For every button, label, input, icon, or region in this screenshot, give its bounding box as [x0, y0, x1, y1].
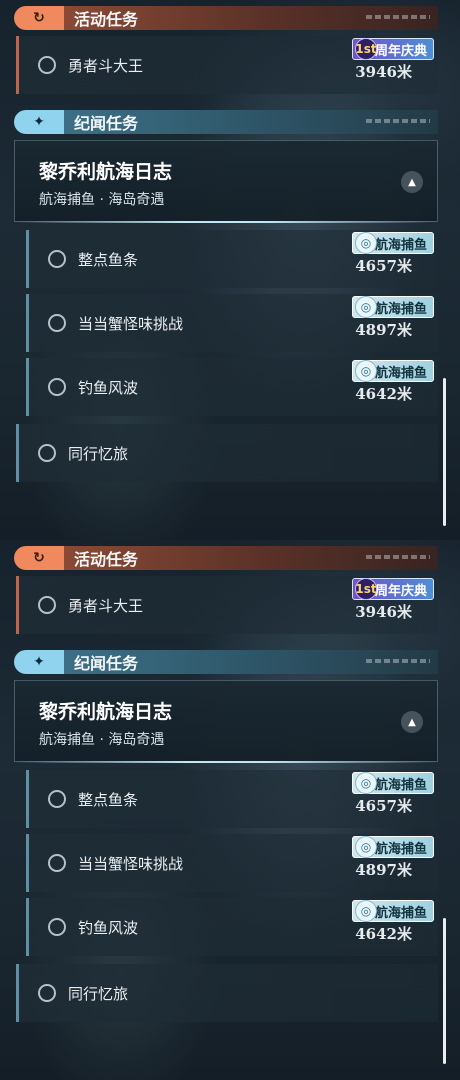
story-quest-subtitle: 航海捕鱼 · 海岛奇遇: [39, 732, 165, 748]
row-accent: [16, 36, 19, 94]
task-status-circle-icon: [38, 596, 56, 614]
task-label: 同行忆旅: [68, 984, 129, 1003]
story-quest-card[interactable]: 黎乔利航海日志 航海捕鱼 · 海岛奇遇 ▲: [14, 140, 438, 223]
story-quest-title: 黎乔利航海日志: [39, 701, 173, 723]
fishing-icon: ◎: [354, 772, 377, 794]
anniversary-badge: 1st 周年庆典: [351, 38, 434, 60]
sparkle-icon: ✦: [14, 650, 64, 674]
task-label: 钓鱼风波: [78, 378, 139, 397]
story-section-title: 纪闻任务: [74, 654, 139, 673]
header-decoration: [366, 119, 430, 123]
scrollbar[interactable]: [443, 378, 446, 526]
activity-section-title: 活动任务: [74, 550, 139, 569]
task-panel-1: ↻ 活动任务 勇者斗大王 1st 周年庆典 3946米 ✦ 纪闻任务 黎乔利航海…: [0, 0, 460, 540]
scrollbar[interactable]: [443, 918, 446, 1064]
row-accent: [16, 576, 19, 634]
row-accent: [26, 834, 29, 892]
row-accent: [26, 898, 29, 956]
rotate-arrow-icon: ↻: [14, 546, 64, 570]
task-row-activity[interactable]: 勇者斗大王 1st 周年庆典 3946米: [16, 36, 438, 94]
task-label: 勇者斗大王: [68, 596, 144, 615]
fishing-badge: ◎ 航海捕鱼: [351, 296, 434, 318]
task-label: 整点鱼条: [78, 790, 139, 809]
fishing-icon: ◎: [354, 296, 377, 318]
anniversary-badge: 1st 周年庆典: [351, 578, 434, 600]
fishing-icon: ◎: [354, 232, 377, 254]
task-label: 当当蟹怪味挑战: [78, 854, 184, 873]
task-distance: 4657米: [355, 257, 412, 275]
task-distance: 4897米: [355, 861, 412, 879]
story-quest-card[interactable]: 黎乔利航海日志 航海捕鱼 · 海岛奇遇 ▲: [14, 680, 438, 763]
row-accent: [16, 964, 19, 1022]
task-status-circle-icon: [38, 56, 56, 74]
collapse-chevron-icon[interactable]: ▲: [401, 711, 423, 733]
task-status-circle-icon: [48, 918, 66, 936]
row-accent: [26, 358, 29, 416]
task-row-story-2[interactable]: 当当蟹怪味挑战 ◎ 航海捕鱼 4897米: [26, 294, 438, 352]
activity-section-header[interactable]: ↻ 活动任务: [14, 546, 438, 570]
task-label: 勇者斗大王: [68, 56, 144, 75]
task-row-story-1[interactable]: 整点鱼条 ◎ 航海捕鱼 4657米: [26, 770, 438, 828]
task-label: 整点鱼条: [78, 250, 139, 269]
fishing-icon: ◎: [354, 900, 377, 922]
task-status-circle-icon: [48, 854, 66, 872]
task-panel-2: ↻ 活动任务 勇者斗大王 1st 周年庆典 3946米 ✦ 纪闻任务 黎乔利航海…: [0, 540, 460, 1080]
fishing-badge: ◎ 航海捕鱼: [351, 232, 434, 254]
sparkle-icon: ✦: [14, 110, 64, 134]
task-distance: 3946米: [355, 603, 412, 621]
fishing-badge: ◎ 航海捕鱼: [351, 900, 434, 922]
row-accent: [16, 424, 19, 482]
row-accent: [26, 230, 29, 288]
story-quest-subtitle: 航海捕鱼 · 海岛奇遇: [39, 192, 165, 208]
header-decoration: [366, 15, 430, 19]
task-row-story-1[interactable]: 整点鱼条 ◎ 航海捕鱼 4657米: [26, 230, 438, 288]
row-accent: [26, 770, 29, 828]
story-quest-title: 黎乔利航海日志: [39, 161, 173, 183]
task-row-other[interactable]: 同行忆旅: [16, 964, 438, 1022]
task-distance: 3946米: [355, 63, 412, 81]
story-section-title: 纪闻任务: [74, 114, 139, 133]
anniversary-icon: 1st: [354, 38, 377, 60]
header-decoration: [366, 659, 430, 663]
story-section-header[interactable]: ✦ 纪闻任务: [14, 650, 438, 674]
task-status-circle-icon: [38, 444, 56, 462]
task-distance: 4642米: [355, 925, 412, 943]
task-distance: 4897米: [355, 321, 412, 339]
task-row-story-3[interactable]: 钓鱼风波 ◎ 航海捕鱼 4642米: [26, 898, 438, 956]
activity-section-title: 活动任务: [74, 10, 139, 29]
header-decoration: [366, 555, 430, 559]
task-row-story-3[interactable]: 钓鱼风波 ◎ 航海捕鱼 4642米: [26, 358, 438, 416]
task-label: 同行忆旅: [68, 444, 129, 463]
task-distance: 4642米: [355, 385, 412, 403]
task-row-story-2[interactable]: 当当蟹怪味挑战 ◎ 航海捕鱼 4897米: [26, 834, 438, 892]
task-status-circle-icon: [48, 314, 66, 332]
collapse-chevron-icon[interactable]: ▲: [401, 171, 423, 193]
fishing-icon: ◎: [354, 360, 377, 382]
task-status-circle-icon: [38, 984, 56, 1002]
fishing-badge: ◎ 航海捕鱼: [351, 836, 434, 858]
task-row-activity[interactable]: 勇者斗大王 1st 周年庆典 3946米: [16, 576, 438, 634]
fishing-icon: ◎: [354, 836, 377, 858]
task-status-circle-icon: [48, 250, 66, 268]
task-label: 当当蟹怪味挑战: [78, 314, 184, 333]
story-section-header[interactable]: ✦ 纪闻任务: [14, 110, 438, 134]
task-row-other[interactable]: 同行忆旅: [16, 424, 438, 482]
fishing-badge: ◎ 航海捕鱼: [351, 360, 434, 382]
anniversary-icon: 1st: [354, 578, 377, 600]
task-status-circle-icon: [48, 790, 66, 808]
task-distance: 4657米: [355, 797, 412, 815]
row-accent: [26, 294, 29, 352]
task-label: 钓鱼风波: [78, 918, 139, 937]
rotate-arrow-icon: ↻: [14, 6, 64, 30]
activity-section-header[interactable]: ↻ 活动任务: [14, 6, 438, 30]
fishing-badge: ◎ 航海捕鱼: [351, 772, 434, 794]
task-status-circle-icon: [48, 378, 66, 396]
